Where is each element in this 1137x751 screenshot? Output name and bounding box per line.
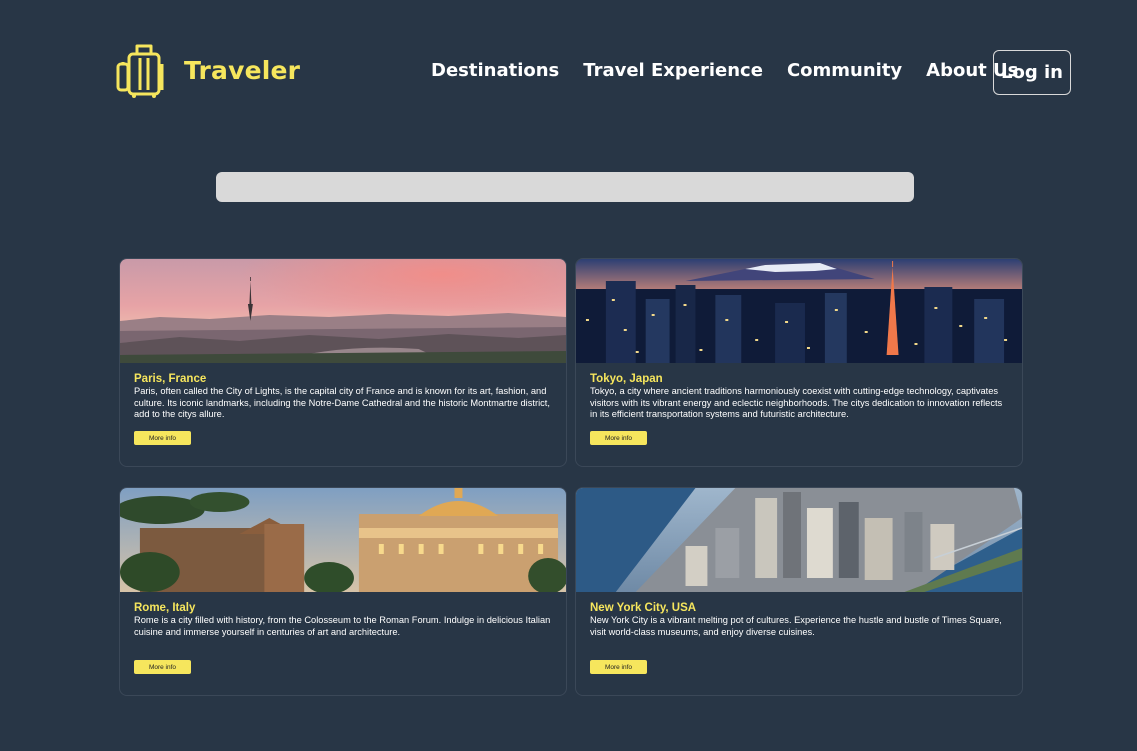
more-info-button[interactable]: More info [134,431,191,445]
destination-card-rome: Rome, Italy Rome is a city filled with h… [119,487,567,696]
more-info-button[interactable]: More info [590,431,647,445]
card-title: New York City, USA [590,602,697,614]
destination-card-tokyo: Tokyo, Japan Tokyo, a city where ancient… [575,258,1023,467]
nav-travel-experience[interactable]: Travel Experience [583,60,763,81]
paris-image [120,259,566,363]
rome-image [120,488,566,592]
card-description: Rome is a city filled with history, from… [134,615,551,637]
search-input[interactable] [216,172,914,202]
logo[interactable]: Traveler [116,42,300,98]
card-description: Tokyo, a city where ancient traditions h… [590,386,1003,419]
main-nav: Destinations Travel Experience Community… [419,60,1030,81]
brand-name: Traveler [184,55,301,85]
tokyo-image [576,259,1022,363]
more-info-button[interactable]: More info [134,660,191,674]
login-button[interactable]: Log in [993,50,1071,95]
luggage-icon [116,44,164,98]
card-description: Paris, often called the City of Lights, … [134,386,550,419]
more-info-button[interactable]: More info [590,660,647,674]
card-description: New York City is a vibrant melting pot o… [590,615,1002,637]
destination-card-new-york: New York City, USA New York City is a vi… [575,487,1023,696]
destination-card-paris: Paris, France Paris, often called the Ci… [119,258,567,467]
nav-community[interactable]: Community [787,60,902,81]
nav-destinations[interactable]: Destinations [431,60,559,81]
card-title: Rome, Italy [134,602,196,614]
card-title: Tokyo, Japan [590,373,663,385]
new-york-image [576,488,1022,592]
card-title: Paris, France [134,373,207,385]
